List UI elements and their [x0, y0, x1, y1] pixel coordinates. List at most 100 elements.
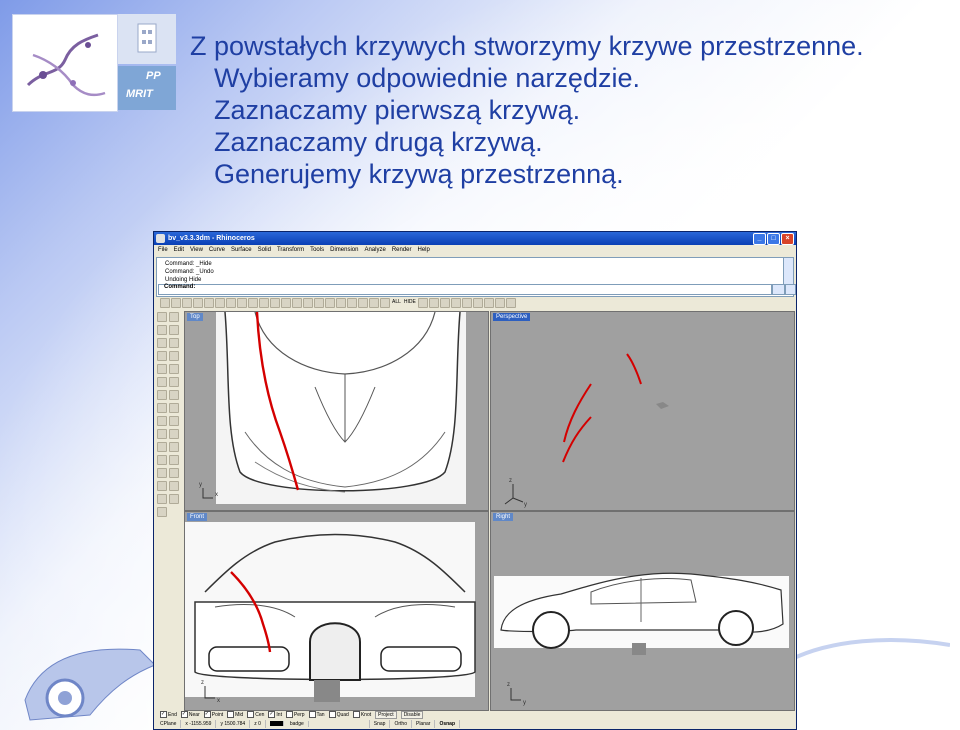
osnap-tan[interactable]: Tan	[308, 711, 325, 718]
snap-toggle[interactable]: Snap	[370, 720, 391, 728]
osnap-quad[interactable]: Quad	[328, 711, 349, 718]
osnap-mid[interactable]: Mid	[227, 711, 243, 718]
move-icon[interactable]	[157, 468, 167, 478]
top-viewport[interactable]: Top y x	[184, 311, 489, 511]
object-properties-icon[interactable]	[428, 298, 439, 308]
loft-icon[interactable]	[157, 390, 167, 400]
menu-surface[interactable]: Surface	[231, 245, 252, 256]
osnap-knot[interactable]: Knot	[352, 711, 371, 718]
osnap-mid-checkbox[interactable]	[227, 711, 235, 718]
mesh-icon[interactable]	[169, 416, 179, 426]
viewport-label-top[interactable]: Top	[187, 313, 203, 321]
hide-button[interactable]: HIDE	[403, 298, 417, 308]
free-form-icon[interactable]	[169, 364, 179, 374]
select-icon[interactable]	[157, 312, 167, 322]
circle-icon[interactable]	[157, 338, 167, 348]
cplane-icon[interactable]	[347, 298, 357, 308]
ortho-toggle[interactable]: Ortho	[390, 720, 412, 728]
array-icon[interactable]	[169, 468, 179, 478]
curve-icon[interactable]	[169, 325, 179, 335]
analyze-icon[interactable]	[169, 494, 179, 504]
osnap-end-checkbox[interactable]: ✓	[160, 711, 167, 718]
zoom-icon[interactable]	[281, 298, 291, 308]
undo-view-icon[interactable]	[325, 298, 335, 308]
explode-icon[interactable]	[169, 455, 179, 465]
rotate-view-icon[interactable]	[270, 298, 280, 308]
layer-icon[interactable]	[417, 298, 428, 308]
osnap-quad-checkbox[interactable]	[328, 711, 336, 718]
disable-button[interactable]: Disable	[400, 710, 424, 719]
solid-box-icon[interactable]	[157, 403, 167, 413]
osnap-toggle[interactable]: Osnap	[435, 720, 460, 728]
copy-icon[interactable]	[226, 298, 236, 308]
osnap-knot-checkbox[interactable]	[352, 711, 360, 718]
osnap-point[interactable]: ✓ Point	[203, 711, 223, 718]
fillet-icon[interactable]	[157, 429, 167, 439]
undo-icon[interactable]	[248, 298, 258, 308]
cut-icon[interactable]	[215, 298, 225, 308]
save-icon[interactable]	[182, 298, 192, 308]
point-icon[interactable]	[169, 312, 179, 322]
red-curve[interactable]	[626, 353, 642, 385]
red-curve[interactable]	[562, 416, 592, 463]
join-icon[interactable]	[157, 455, 167, 465]
menu-dimension[interactable]: Dimension	[330, 245, 358, 256]
menu-view[interactable]: View	[190, 245, 203, 256]
boolean-icon[interactable]	[157, 416, 167, 426]
render-object-icon[interactable]	[157, 507, 167, 517]
shaded-icon[interactable]	[450, 298, 461, 308]
osnap-cen[interactable]: Cen	[247, 711, 264, 718]
dimension-icon[interactable]	[169, 481, 179, 491]
pan-icon[interactable]	[259, 298, 269, 308]
osnap-perp[interactable]: Perp	[285, 711, 305, 718]
osnap-cen-checkbox[interactable]	[247, 711, 255, 718]
polyline-icon[interactable]	[157, 325, 167, 335]
show-icon[interactable]	[369, 298, 379, 308]
menu-file[interactable]: File	[158, 245, 168, 256]
menu-edit[interactable]: Edit	[174, 245, 184, 256]
select-all-button[interactable]: ALL	[391, 298, 402, 308]
osnap-end[interactable]: ✓ End	[160, 711, 177, 718]
osnap-point-checkbox[interactable]: ✓	[203, 711, 211, 718]
four-views-icon[interactable]	[336, 298, 346, 308]
osnap-near-checkbox[interactable]: ✓	[180, 711, 188, 718]
new-icon[interactable]	[160, 298, 170, 308]
right-viewport[interactable]: Right z y	[490, 511, 795, 711]
revolve-icon[interactable]	[169, 390, 179, 400]
paste-icon[interactable]	[237, 298, 247, 308]
points-on-icon[interactable]	[157, 494, 167, 504]
osnap-tan-checkbox[interactable]	[308, 711, 316, 718]
ellipse-icon[interactable]	[157, 351, 167, 361]
project-button[interactable]: Project	[375, 710, 397, 719]
menu-tools[interactable]: Tools	[310, 245, 324, 256]
zoom-window-icon[interactable]	[292, 298, 302, 308]
hide-icon[interactable]	[380, 298, 390, 308]
render-preview-icon[interactable]	[472, 298, 483, 308]
options-icon[interactable]	[494, 298, 505, 308]
menu-analyze[interactable]: Analyze	[364, 245, 385, 256]
osnap-int[interactable]: ✓ Int	[268, 711, 282, 718]
polygon-icon[interactable]	[169, 351, 179, 361]
command-dropdown-button[interactable]	[772, 284, 785, 295]
maximize-button[interactable]: □	[767, 233, 780, 245]
arc-icon[interactable]	[169, 338, 179, 348]
wireframe-icon[interactable]	[439, 298, 450, 308]
text-icon[interactable]	[157, 481, 167, 491]
light-icon[interactable]	[483, 298, 494, 308]
rectangle-icon[interactable]	[157, 364, 167, 374]
viewport-label-perspective[interactable]: Perspective	[493, 313, 531, 321]
minimize-button[interactable]: _	[753, 233, 766, 245]
planar-toggle[interactable]: Planar	[412, 720, 436, 728]
menu-solid[interactable]: Solid	[258, 245, 271, 256]
command-options-button[interactable]	[785, 284, 796, 295]
print-icon[interactable]	[193, 298, 203, 308]
close-button[interactable]: ×	[781, 233, 794, 245]
menu-help[interactable]: Help	[418, 245, 430, 256]
properties-icon[interactable]	[204, 298, 214, 308]
split-icon[interactable]	[169, 442, 179, 452]
render-icon[interactable]	[461, 298, 472, 308]
title-bar[interactable]: bv_v3.3.3dm - Rhinoceros _ □ ×	[154, 232, 796, 245]
osnap-int-checkbox[interactable]: ✓	[268, 711, 276, 718]
grid-snap-icon[interactable]	[358, 298, 368, 308]
osnap-perp-checkbox[interactable]	[285, 711, 293, 718]
